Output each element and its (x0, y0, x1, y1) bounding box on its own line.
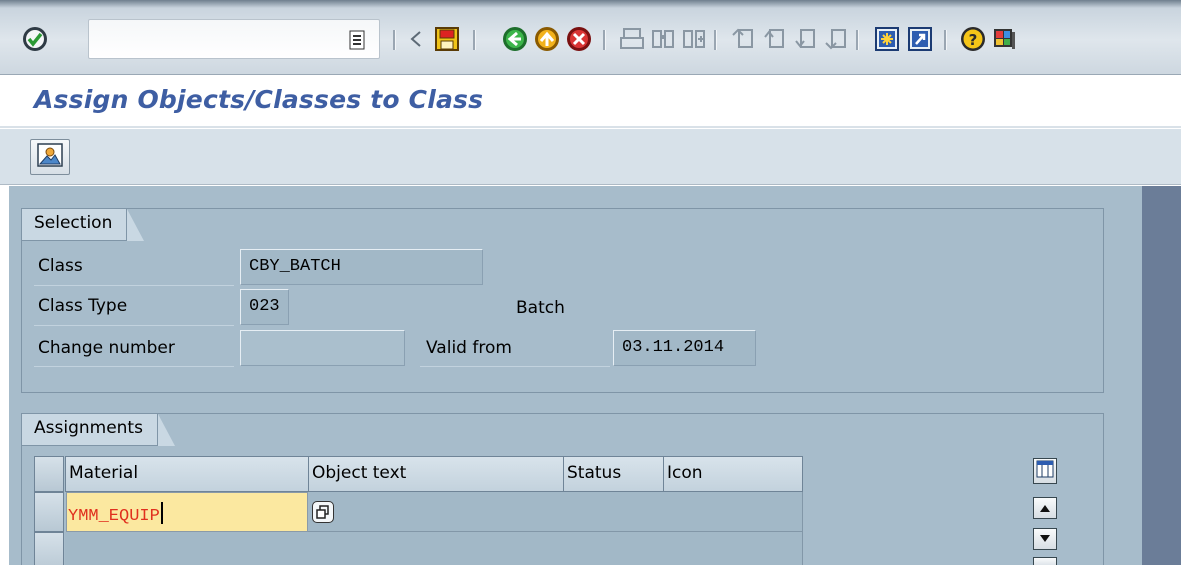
icon-cell (663, 492, 803, 532)
assignments-group-title: Assignments (22, 414, 175, 446)
find-next-icon[interactable] (679, 24, 709, 54)
command-history-icon[interactable] (347, 29, 367, 51)
class-label: Class (38, 256, 83, 276)
column-header-icon[interactable]: Icon (663, 456, 803, 492)
valid-from-label: Valid from (426, 338, 512, 358)
cancel-icon[interactable] (564, 24, 594, 54)
toolbar-separator (856, 30, 859, 50)
previous-page-icon[interactable] (759, 24, 789, 54)
create-session-icon[interactable] (872, 24, 902, 54)
text-cursor (160, 502, 163, 524)
toolbar-separator (714, 30, 717, 50)
details-icon (316, 505, 329, 519)
column-header-material[interactable]: Material (65, 456, 309, 492)
details-button[interactable] (312, 501, 334, 523)
status-cell (563, 492, 664, 532)
scroll-down-button[interactable] (1033, 528, 1057, 550)
label-underline (420, 366, 610, 367)
icon-cell (663, 532, 803, 565)
title-bar: Assign Objects/Classes to Class (0, 75, 1181, 128)
object-text-cell (308, 532, 564, 565)
arrow-down-icon (1040, 535, 1050, 542)
table-settings-button[interactable] (1033, 458, 1057, 484)
material-value: YMM_EQUIP (68, 507, 160, 526)
label-underline (34, 285, 234, 286)
class-field[interactable]: CBY_BATCH (240, 249, 483, 285)
application-toolbar (0, 129, 1181, 185)
svg-text:?: ? (969, 31, 978, 49)
status-cell (563, 532, 664, 565)
arrow-up-icon (1040, 505, 1050, 512)
class-type-field[interactable]: 023 (240, 289, 289, 325)
system-toolbar: ? (0, 0, 1181, 75)
print-icon[interactable] (617, 24, 647, 54)
toolbar-separator (944, 30, 947, 50)
toolbar-separator (473, 30, 476, 50)
next-page-icon[interactable] (790, 24, 820, 54)
help-icon[interactable]: ? (958, 24, 988, 54)
back-icon[interactable] (500, 24, 530, 54)
table-settings-icon (1036, 460, 1054, 483)
last-page-icon[interactable] (821, 24, 851, 54)
command-input[interactable] (93, 28, 333, 50)
enter-icon[interactable] (20, 24, 50, 54)
display-object-button[interactable] (30, 139, 70, 175)
valid-from-field[interactable]: 03.11.2014 (613, 330, 756, 366)
row-selector[interactable] (34, 532, 64, 565)
change-number-label: Change number (38, 338, 175, 358)
first-page-icon[interactable] (728, 24, 758, 54)
layout-menu-icon[interactable] (989, 24, 1019, 54)
toolbar-separator (603, 30, 606, 50)
row-selector[interactable] (34, 492, 64, 532)
display-object-icon (36, 141, 64, 174)
object-text-cell (308, 492, 564, 532)
class-type-text: Batch (516, 298, 565, 318)
exit-icon[interactable] (532, 24, 562, 54)
select-all-button[interactable] (34, 456, 64, 492)
column-header-status[interactable]: Status (563, 456, 664, 492)
scroll-bottom-button[interactable] (1033, 557, 1057, 565)
page-title: Assign Objects/Classes to Class (34, 85, 484, 114)
command-field[interactable] (88, 19, 380, 59)
material-input[interactable]: YMM_EQUIP (66, 492, 308, 532)
label-underline (34, 325, 234, 326)
material-cell[interactable] (65, 532, 309, 565)
right-border (1142, 186, 1181, 565)
toolbar-separator (393, 30, 396, 50)
scroll-up-button[interactable] (1033, 497, 1057, 519)
column-header-object-text[interactable]: Object text (308, 456, 564, 492)
shortcut-icon[interactable] (905, 24, 935, 54)
save-icon[interactable] (432, 24, 462, 54)
label-underline (34, 366, 234, 367)
find-icon[interactable] (648, 24, 678, 54)
change-number-field[interactable] (240, 330, 405, 366)
class-type-label: Class Type (38, 296, 128, 316)
back-arrow-icon[interactable] (401, 24, 431, 54)
selection-group-title: Selection (22, 209, 145, 241)
